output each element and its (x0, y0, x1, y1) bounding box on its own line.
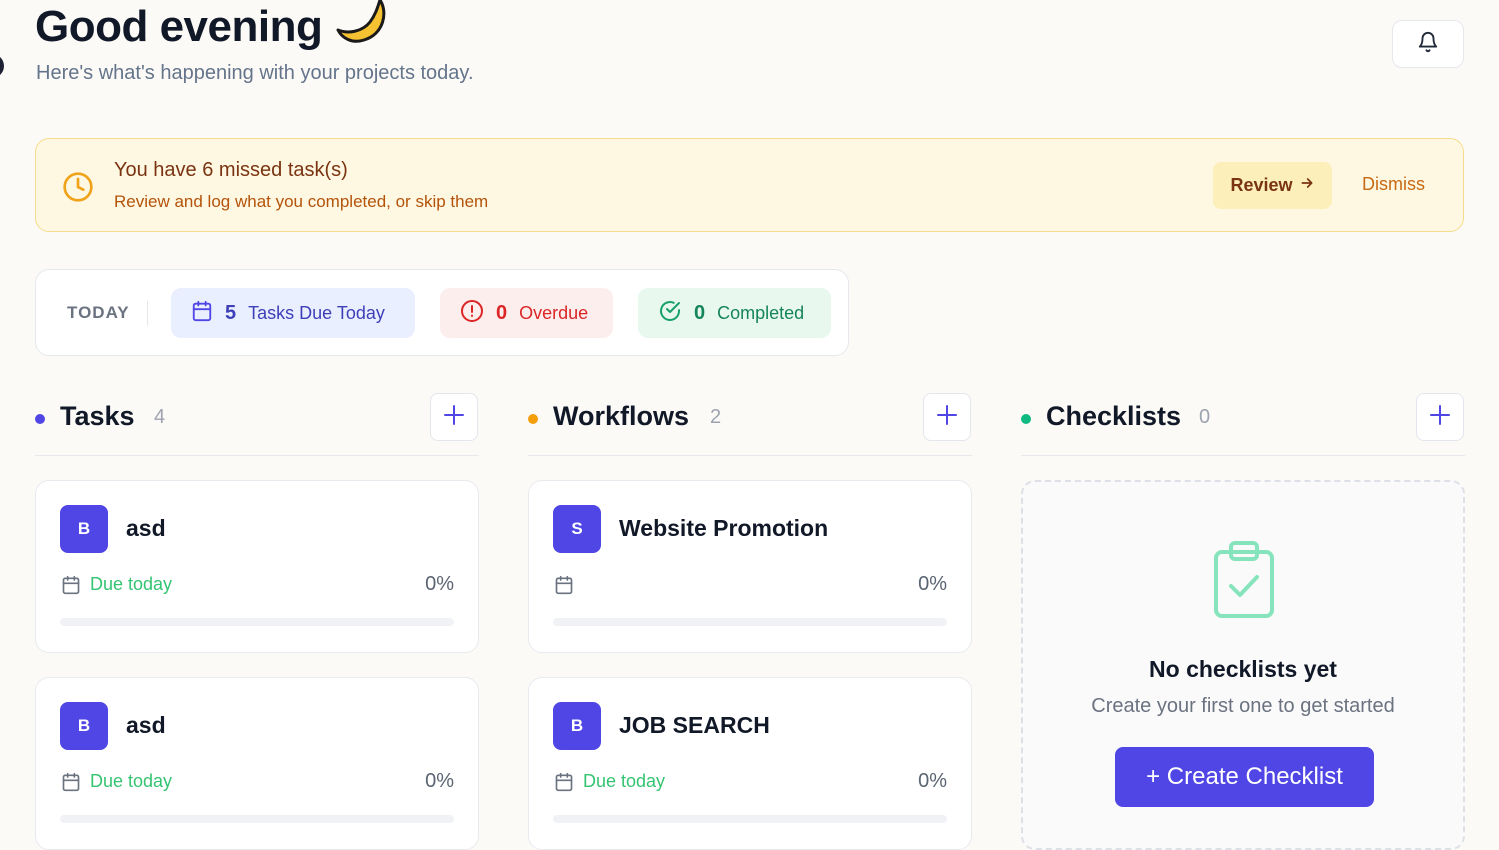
greeting-text: Good evening (35, 2, 323, 52)
divider (1021, 455, 1465, 456)
avatar: S (553, 505, 601, 553)
dismiss-button[interactable]: Dismiss (1362, 174, 1425, 195)
crescent-moon-icon (334, 0, 390, 57)
tasks-dot (35, 414, 45, 424)
task-card[interactable]: B asd Due today 0% (35, 677, 479, 850)
tasks-due-today-pill[interactable]: 5 Tasks Due Today (171, 288, 415, 338)
tasks-title: Tasks (60, 401, 135, 431)
clipboard-check-icon (1211, 540, 1277, 625)
task-card[interactable]: B asd Due today 0% (35, 480, 479, 653)
progress-percent: 0% (918, 770, 947, 792)
due-status: Due today (583, 771, 666, 791)
progress-percent: 0% (425, 770, 454, 792)
completed-count: 0 (694, 301, 706, 324)
workflows-title: Workflows (553, 401, 690, 431)
card-title: JOB SEARCH (619, 712, 770, 738)
due-status: Due today (90, 771, 173, 791)
bell-icon (1417, 31, 1439, 58)
card-title: asd (126, 515, 166, 541)
due-status: Due today (90, 574, 173, 594)
review-button[interactable]: Review (1213, 162, 1332, 209)
sidebar-edge-handle[interactable] (0, 54, 4, 78)
today-label: TODAY (67, 303, 130, 322)
plus-icon (935, 403, 959, 432)
create-checklist-button[interactable]: + Create Checklist (1115, 747, 1374, 807)
workflows-dot (528, 414, 538, 424)
completed-pill[interactable]: 0 Completed (638, 288, 831, 338)
avatar: B (60, 505, 108, 553)
plus-icon (1428, 403, 1452, 432)
empty-title: No checklists yet (1149, 656, 1337, 682)
overdue-label: Overdue (519, 302, 589, 323)
workflows-count: 2 (710, 406, 722, 428)
calendar-icon (191, 300, 213, 327)
avatar: B (60, 702, 108, 750)
add-checklist-button[interactable] (1416, 393, 1464, 441)
progress-percent: 0% (918, 573, 947, 595)
add-task-button[interactable] (430, 393, 478, 441)
checklists-count: 0 (1199, 406, 1211, 428)
empty-description: Create your first one to get started (1091, 695, 1395, 717)
workflows-column-header: Workflows 2 (528, 393, 972, 443)
calendar-icon (554, 575, 574, 600)
card-title: asd (126, 712, 166, 738)
missed-tasks-alert: You have 6 missed task(s) Review and log… (35, 138, 1464, 232)
progress-bar (553, 618, 947, 626)
progress-bar (60, 815, 454, 823)
card-title: Website Promotion (619, 515, 829, 541)
arrow-right-icon (1299, 175, 1315, 196)
workflow-card[interactable]: B JOB SEARCH Due today 0% (528, 677, 972, 850)
progress-bar (553, 815, 947, 823)
check-circle-icon (658, 299, 682, 328)
divider (35, 455, 479, 456)
completed-label: Completed (717, 302, 805, 323)
calendar-icon (61, 575, 81, 600)
plus-icon (442, 403, 466, 432)
due-count: 5 (225, 301, 237, 324)
add-workflow-button[interactable] (923, 393, 971, 441)
calendar-icon (61, 772, 81, 797)
notifications-button[interactable] (1392, 20, 1464, 68)
alert-title: You have 6 missed task(s) (114, 159, 348, 181)
checklists-empty-state: No checklists yet Create your first one … (1021, 480, 1465, 850)
progress-bar (60, 618, 454, 626)
overdue-pill[interactable]: 0 Overdue (440, 288, 613, 338)
today-summary: TODAY 5 Tasks Due Today 0 Overdue 0 Comp… (35, 269, 849, 356)
clock-icon (62, 171, 94, 208)
review-button-label: Review (1230, 175, 1293, 195)
checklists-dot (1021, 414, 1031, 424)
alert-description: Review and log what you completed, or sk… (114, 192, 489, 211)
calendar-icon (554, 772, 574, 797)
tasks-column-header: Tasks 4 (35, 393, 479, 443)
divider (147, 301, 148, 326)
alert-circle-icon (460, 299, 484, 328)
divider (528, 455, 972, 456)
workflow-card[interactable]: S Website Promotion 0% (528, 480, 972, 653)
checklists-title: Checklists (1046, 401, 1182, 431)
checklists-column-header: Checklists 0 (1021, 393, 1465, 443)
due-label: Tasks Due Today (248, 302, 385, 323)
page-subtitle: Here's what's happening with your projec… (36, 62, 474, 84)
avatar: B (553, 702, 601, 750)
page-title: Good evening (35, 0, 390, 57)
tasks-count: 4 (154, 406, 166, 428)
progress-percent: 0% (425, 573, 454, 595)
overdue-count: 0 (496, 301, 508, 324)
